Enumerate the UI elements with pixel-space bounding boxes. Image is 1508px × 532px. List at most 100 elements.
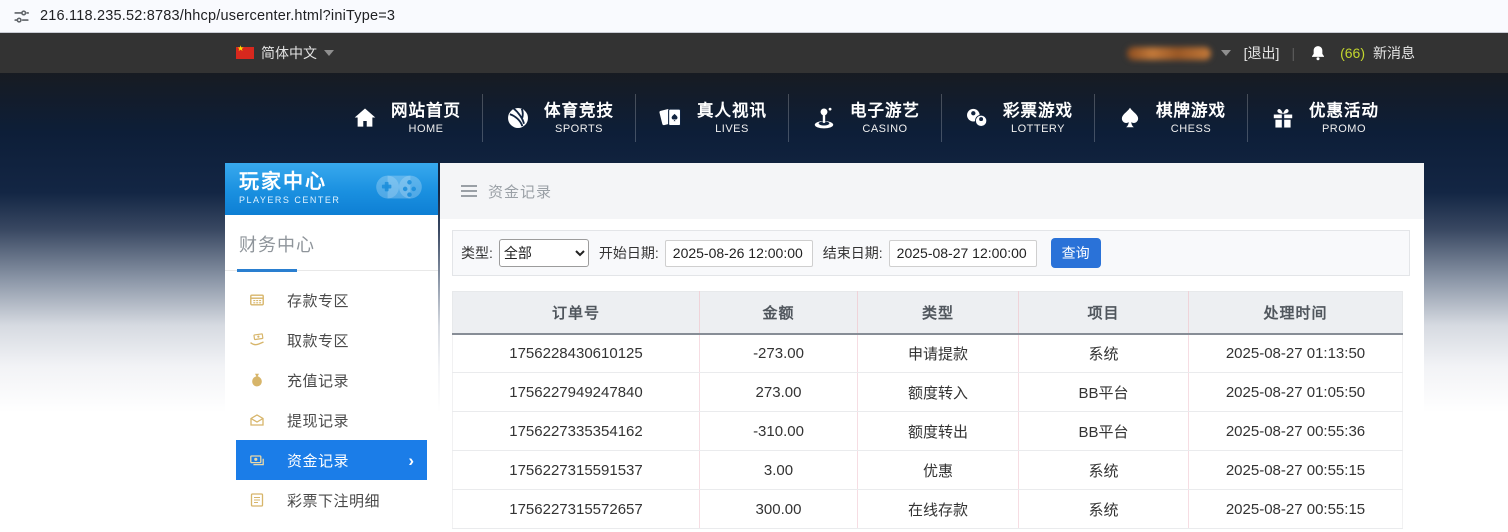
table-row: 1756227949247840 273.00 额度转入 BB平台 2025-08-27… xyxy=(452,372,1403,412)
home-icon xyxy=(351,105,378,132)
caret-down-icon[interactable] xyxy=(1220,50,1231,56)
table-row: 1756227335354162 -310.00 额度转出 BB平台 2025-08-2… xyxy=(452,411,1403,451)
nav-label-en: LIVES xyxy=(715,122,749,135)
nav-item-lottery[interactable]: 彩票游戏 LOTTERY xyxy=(941,94,1094,142)
nav-label-zh: 彩票游戏 xyxy=(1003,101,1073,120)
nav-item-lives[interactable]: 真人视讯 LIVES xyxy=(635,94,788,142)
nav-label-en: HOME xyxy=(408,122,444,135)
nav-label-zh: 真人视讯 xyxy=(697,101,767,120)
sidebar-item-label: 提现记录 xyxy=(287,412,350,430)
nav-label-zh: 网站首页 xyxy=(391,101,461,120)
url-text[interactable]: 216.118.235.52:8783/hhcp/usercenter.html… xyxy=(40,8,395,24)
sports-ball-icon xyxy=(504,105,531,132)
table-header-row: 订单号 金额 类型 项目 处理时间 xyxy=(452,291,1403,335)
topbar-right: [退出] | (66) 新消息 xyxy=(1126,33,1415,73)
table-cell: 额度转出 xyxy=(857,411,1019,451)
message-label[interactable]: 新消息 xyxy=(1373,43,1415,63)
sidebar-item-label: 充值记录 xyxy=(287,372,350,390)
table-row: 1756227315591537 3.00 优惠 系统 2025-08-27 00:55… xyxy=(452,450,1403,490)
nav-item-chess[interactable]: 棋牌游戏 CHESS xyxy=(1094,94,1247,142)
table-cell: 1756228430610125 xyxy=(452,333,700,373)
lottery-balls-icon xyxy=(963,105,990,132)
joystick-icon xyxy=(810,105,837,132)
column-header: 金额 xyxy=(699,291,858,335)
main-nav: 网站首页 HOME 体育竞技 SPORTS 真人视讯 LIVES 电子游艺 CASINO 彩票游… xyxy=(330,85,1400,151)
table-cell: 1756227315572657 xyxy=(452,489,700,529)
end-date-input[interactable] xyxy=(888,239,1037,267)
table-cell: 1756227949247840 xyxy=(452,372,700,412)
sidebar-item[interactable]: 资金记录 › xyxy=(236,440,427,480)
withdraw-record-icon xyxy=(249,412,265,428)
nav-item-home[interactable]: 网站首页 HOME xyxy=(330,94,482,142)
language-label: 简体中文 xyxy=(261,45,317,61)
table-cell: 2025-08-27 01:13:50 xyxy=(1188,333,1403,373)
table-cell: 系统 xyxy=(1018,333,1189,373)
sidebar-menu: 存款专区取款专区充值记录提现记录资金记录 › 彩票下注明细厅室投注记录 xyxy=(225,271,438,532)
table-cell: 2025-08-27 00:55:15 xyxy=(1188,489,1403,529)
nav-label-zh: 优惠活动 xyxy=(1309,101,1379,120)
sidebar-item-label: 取款专区 xyxy=(287,332,350,350)
table-cell: 额度转入 xyxy=(857,372,1019,412)
sidebar-item[interactable]: 取款专区 xyxy=(236,320,427,360)
sidebar-item[interactable]: 厅室投注记录 xyxy=(236,520,427,532)
chevron-right-icon: › xyxy=(408,450,414,470)
withdraw-zone-icon xyxy=(249,332,265,348)
logout-link[interactable]: [退出] xyxy=(1244,43,1280,63)
language-selector[interactable]: ★ 简体中文 xyxy=(236,33,334,73)
end-date-label: 结束日期: xyxy=(822,245,883,261)
nav-label-en: SPORTS xyxy=(554,122,604,135)
table-cell: 2025-08-27 01:05:50 xyxy=(1188,372,1403,412)
sidebar-item[interactable]: 彩票下注明细 xyxy=(236,480,427,520)
start-date-label: 开始日期: xyxy=(598,245,659,261)
table-cell: 2025-08-27 00:55:36 xyxy=(1188,411,1403,451)
sidebar-header: 玩家中心 PLAYERS CENTER xyxy=(225,163,438,215)
gift-icon xyxy=(1269,105,1296,132)
table-cell: 300.00 xyxy=(699,489,858,529)
nav-item-sports[interactable]: 体育竞技 SPORTS xyxy=(482,94,635,142)
nav-label-en: CHESS xyxy=(1170,122,1212,135)
sidebar-item-label: 存款专区 xyxy=(287,292,350,310)
table-cell: 在线存款 xyxy=(857,489,1019,529)
funds-record-table: 订单号 金额 类型 项目 处理时间 1756228430610125 -273.00 申请提… xyxy=(452,291,1403,529)
sidebar: 玩家中心 PLAYERS CENTER 财务中心 存款专区取款专区充值记录提现记… xyxy=(225,163,438,532)
cards-icon xyxy=(657,105,684,132)
table-cell: -310.00 xyxy=(699,411,858,451)
sidebar-item[interactable]: 充值记录 xyxy=(236,360,427,400)
table-cell: 273.00 xyxy=(699,372,858,412)
table-cell: 系统 xyxy=(1018,450,1189,490)
table-cell: 3.00 xyxy=(699,450,858,490)
nav-item-casino[interactable]: 电子游艺 CASINO xyxy=(788,94,941,142)
nav-item-promo[interactable]: 优惠活动 PROMO xyxy=(1247,94,1400,142)
nav-label-zh: 体育竞技 xyxy=(544,101,614,120)
table-cell: BB平台 xyxy=(1018,372,1189,412)
browser-url-bar: 216.118.235.52:8783/hhcp/usercenter.html… xyxy=(0,0,1508,33)
main-panel: 资金记录 类型: 全部 开始日期: 结束日期: 查询 订单号金额类型项目处理时间… xyxy=(440,163,1424,532)
type-filter-label: 类型: xyxy=(461,245,493,261)
sidebar-section-finance: 财务中心 xyxy=(225,215,438,272)
bell-icon[interactable] xyxy=(1309,44,1327,62)
start-date-input[interactable] xyxy=(664,239,813,267)
table-cell: -273.00 xyxy=(699,333,858,373)
filter-bar: 类型: 全部 开始日期: 结束日期: 查询 xyxy=(452,230,1410,276)
sidebar-item[interactable]: 存款专区 xyxy=(236,280,427,320)
table-cell: 1756227335354162 xyxy=(452,411,700,451)
search-button[interactable]: 查询 xyxy=(1050,238,1101,268)
funds-record-icon xyxy=(249,452,265,468)
table-row: 1756228430610125 -273.00 申请提款 系统 2025-08-27 … xyxy=(452,333,1403,373)
page-title: 资金记录 xyxy=(488,183,553,201)
lottery-bet-detail-icon xyxy=(249,492,265,508)
gamepad-icon xyxy=(368,169,430,212)
hamburger-icon xyxy=(461,185,477,197)
type-select[interactable]: 全部 xyxy=(498,239,589,267)
column-header: 处理时间 xyxy=(1188,291,1403,335)
table-row: 1756227315572657 300.00 在线存款 系统 2025-08-27 0… xyxy=(452,489,1403,529)
topbar-divider: | xyxy=(1291,45,1296,61)
column-header: 类型 xyxy=(857,291,1019,335)
sidebar-item[interactable]: 提现记录 xyxy=(236,400,427,440)
nav-label-en: LOTTERY xyxy=(1010,122,1066,135)
username-redacted[interactable] xyxy=(1126,46,1211,60)
recharge-record-icon xyxy=(249,372,265,388)
message-count[interactable]: (66) xyxy=(1340,45,1365,61)
table-body: 1756228430610125 -273.00 申请提款 系统 2025-08-27 … xyxy=(452,333,1403,529)
site-info-icon[interactable] xyxy=(11,6,31,26)
